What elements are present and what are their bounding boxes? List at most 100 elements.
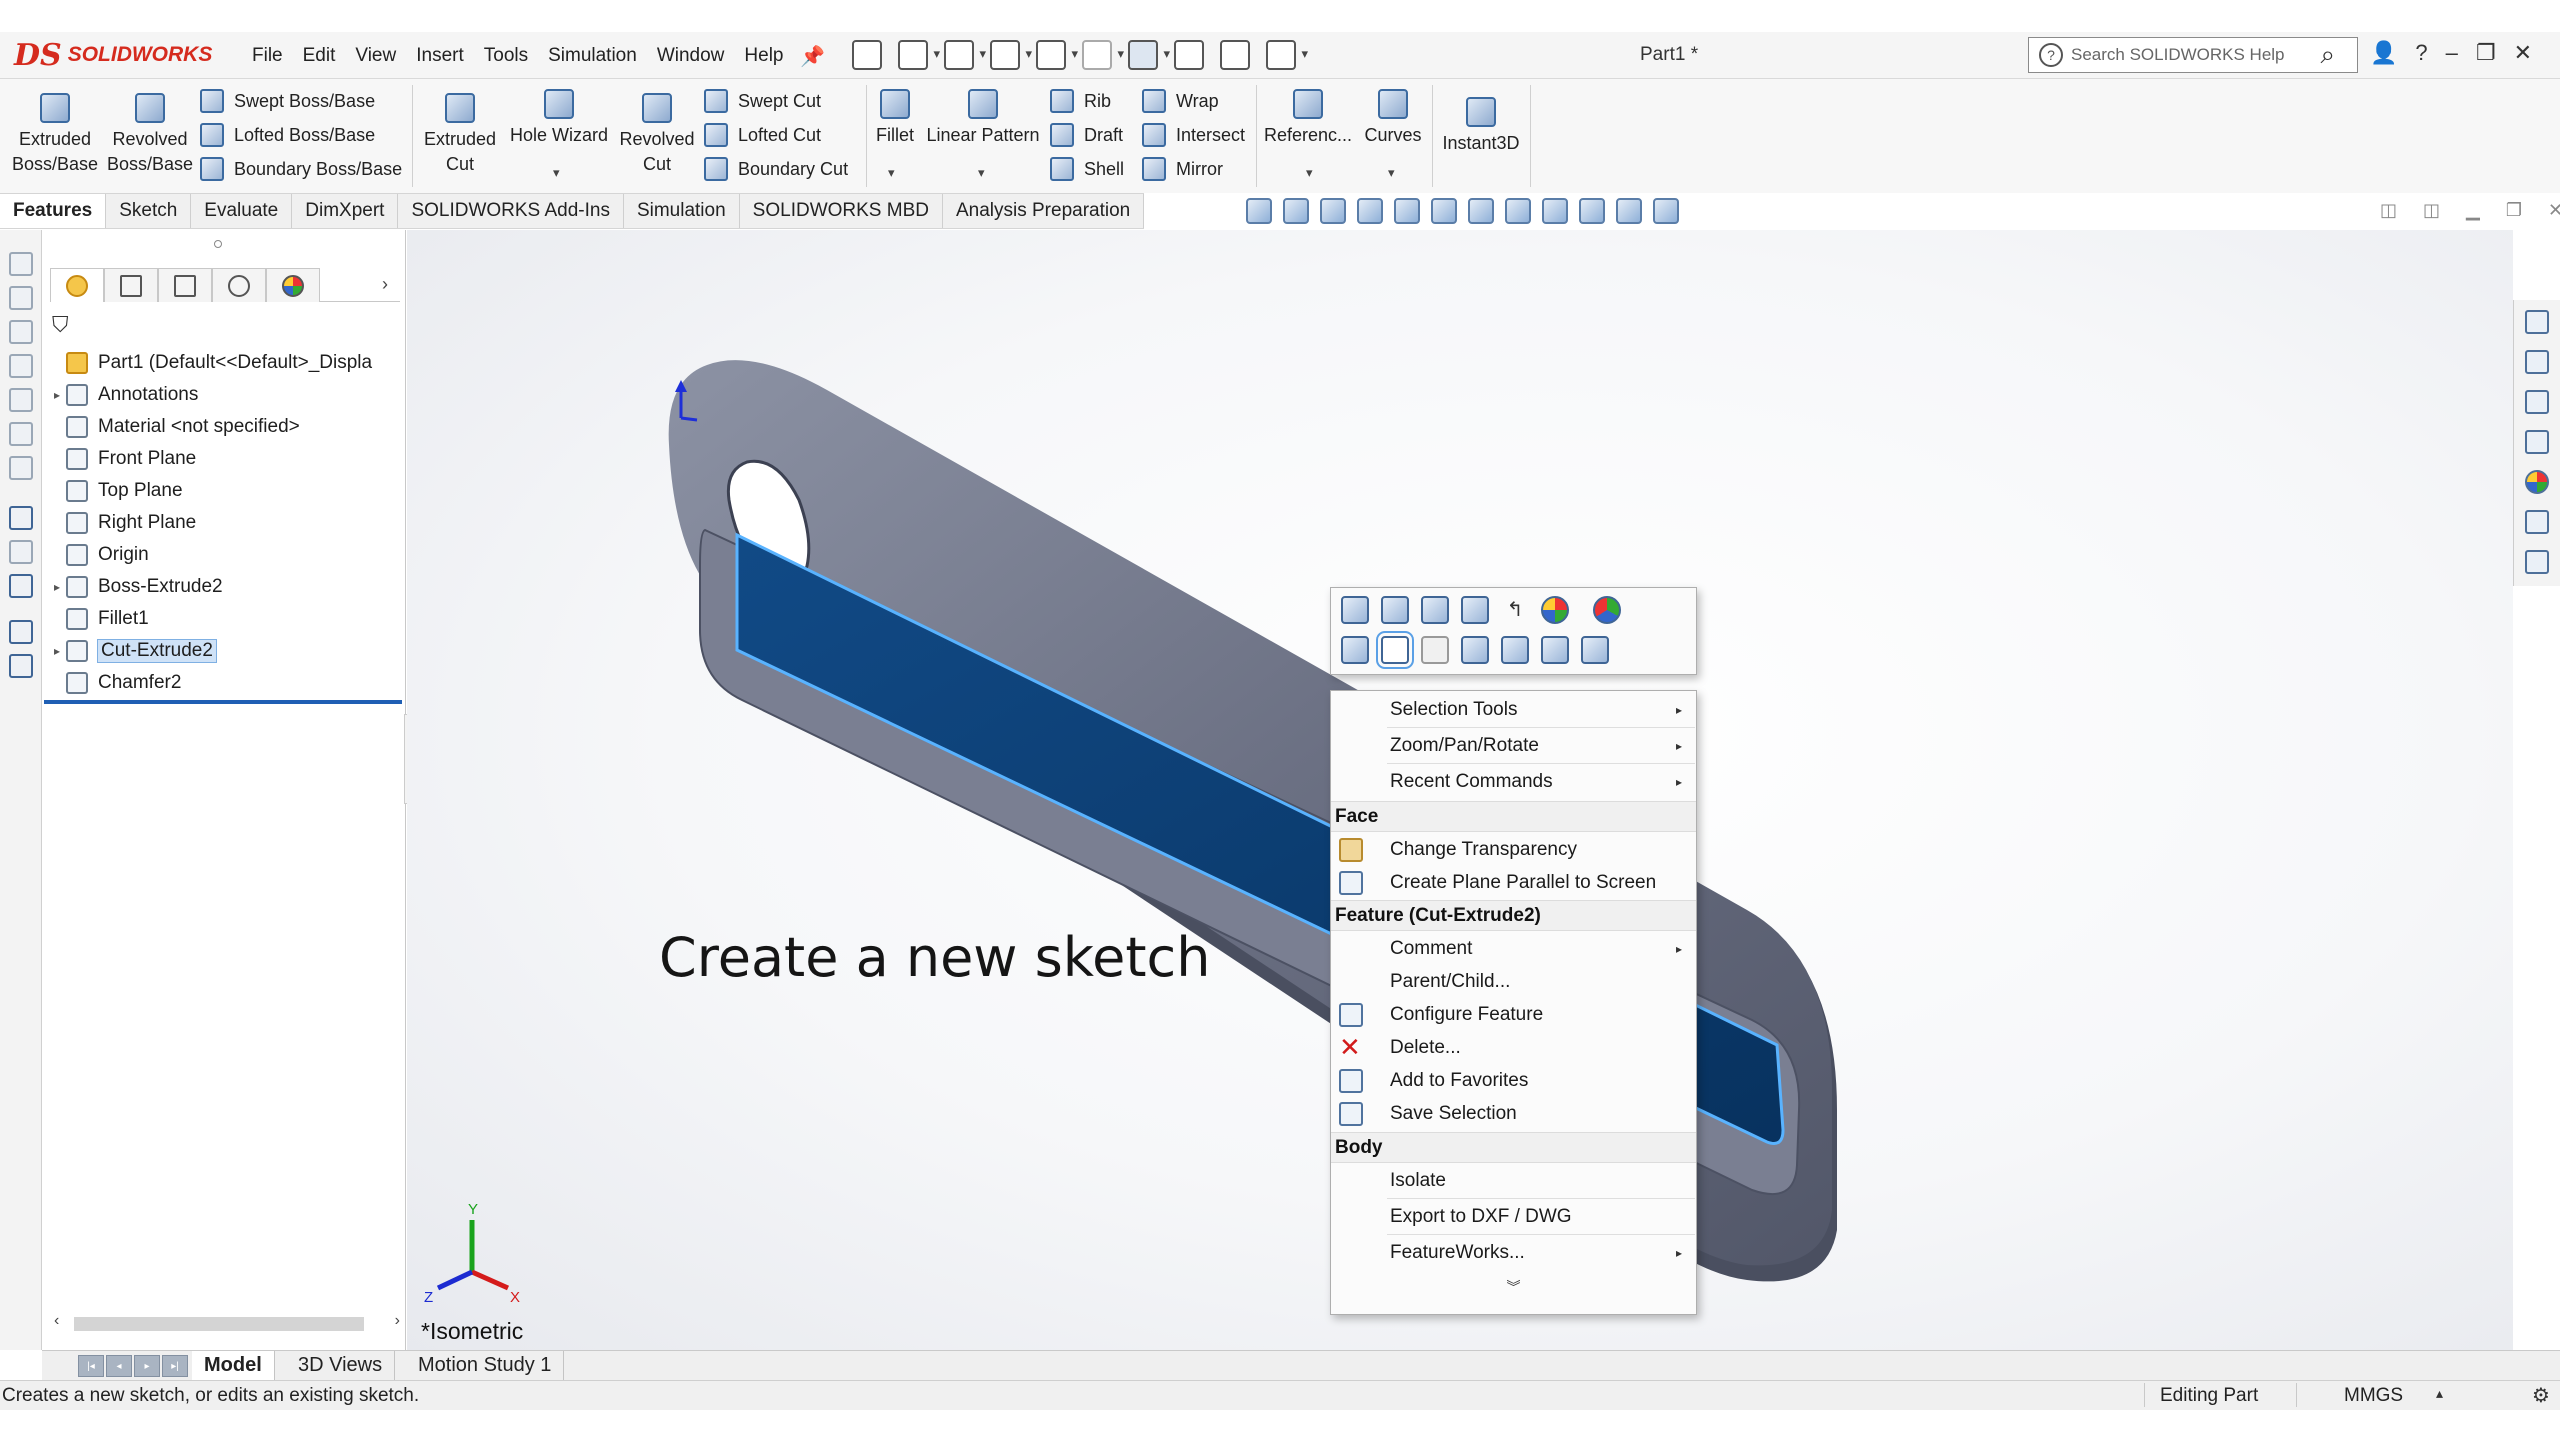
zoom-to-fit-icon[interactable]	[1246, 198, 1272, 224]
strip-tool-icon[interactable]	[9, 654, 33, 678]
menu-item-create-plane-parallel[interactable]: Create Plane Parallel to Screen	[1331, 866, 1696, 899]
strip-tool-icon[interactable]	[9, 456, 33, 480]
horizontal-scrollbar[interactable]: ‹ ›	[50, 1312, 404, 1336]
tree-node-front-plane[interactable]: Front Plane	[48, 444, 196, 474]
apply-scene-icon[interactable]	[1579, 198, 1605, 224]
instant3d-button[interactable]: Instant3D	[1436, 79, 1526, 156]
tree-node-material[interactable]: Material <not specified>	[48, 412, 300, 442]
shell-button[interactable]: Shell	[1050, 153, 1124, 185]
panel-collapse-dot[interactable]	[214, 240, 222, 248]
tab-solidworks-add-ins[interactable]: SOLIDWORKS Add-Ins	[398, 194, 624, 228]
tree-node-chamfer2[interactable]: Chamfer2	[48, 668, 181, 698]
open-folder-icon[interactable]	[944, 40, 986, 70]
options-gear-icon[interactable]	[1266, 40, 1308, 70]
close-button[interactable]: ✕	[2514, 40, 2532, 66]
appearances-scenes-icon[interactable]	[2525, 470, 2549, 494]
mirror-button[interactable]: Mirror	[1142, 153, 1223, 185]
tab-property-manager[interactable]	[104, 268, 158, 302]
design-library-icon[interactable]	[2525, 350, 2549, 374]
tab-configuration-manager[interactable]	[158, 268, 212, 302]
strip-tool-icon[interactable]	[9, 388, 33, 412]
expand-arrow-icon[interactable]: ▸	[48, 388, 66, 402]
strip-tool-icon[interactable]	[9, 506, 33, 530]
menu-item-change-transparency[interactable]: Change Transparency	[1331, 833, 1696, 866]
tab-display-manager[interactable]	[266, 268, 320, 302]
expand-menu-chevron-icon[interactable]: ︾	[1331, 1277, 1696, 1297]
view-settings-icon[interactable]	[1616, 198, 1642, 224]
menu-item-delete[interactable]: ✕ Delete...	[1331, 1031, 1696, 1064]
linear-pattern-button[interactable]: Linear Pattern	[924, 79, 1042, 148]
last-tab-icon[interactable]: ▸|	[162, 1355, 188, 1377]
fillet-button[interactable]: Fillet	[870, 79, 920, 148]
menu-file[interactable]: File	[242, 45, 293, 67]
menu-simulation[interactable]: Simulation	[538, 45, 647, 67]
chevron-right-icon[interactable]: ›	[382, 274, 388, 295]
tab-dimxpert[interactable]: DimXpert	[292, 194, 399, 228]
undo-icon[interactable]	[1082, 40, 1124, 70]
rollback-bar[interactable]	[44, 700, 402, 704]
search-icon[interactable]: ⌕	[2320, 39, 2335, 71]
menu-item-recent-commands[interactable]: Recent Commands ▸	[1331, 765, 1696, 798]
revolved-boss-button[interactable]: Revolved Boss/Base	[104, 79, 196, 177]
next-tab-icon[interactable]: ▸	[134, 1355, 160, 1377]
menu-item-save-selection[interactable]: Save Selection	[1331, 1097, 1696, 1130]
strip-tool-icon[interactable]	[9, 540, 33, 564]
viewport-tile-right-icon[interactable]: ◫	[2423, 200, 2440, 221]
viewport-tile-left-icon[interactable]: ◫	[2380, 200, 2397, 221]
curves-dropdown-icon[interactable]: ▾	[1388, 165, 1395, 181]
linear-pattern-dropdown-icon[interactable]: ▾	[978, 165, 985, 181]
menu-view[interactable]: View	[345, 45, 406, 67]
file-properties-icon[interactable]	[1220, 40, 1250, 70]
menu-item-selection-tools[interactable]: Selection Tools ▸	[1331, 693, 1696, 726]
file-explorer-icon[interactable]	[2525, 390, 2549, 414]
unit-system-arrow-icon[interactable]: ▴	[2436, 1385, 2443, 1402]
tree-node-boss-extrude2[interactable]: ▸ Boss-Extrude2	[48, 572, 223, 602]
menu-help[interactable]: Help	[734, 45, 793, 67]
menu-item-zoom-pan-rotate[interactable]: Zoom/Pan/Rotate ▸	[1331, 729, 1696, 762]
wrap-button[interactable]: Wrap	[1142, 85, 1219, 117]
extruded-boss-button[interactable]: Extruded Boss/Base	[10, 79, 100, 177]
curves-button[interactable]: Curves	[1358, 79, 1428, 148]
menu-item-export-dxf-dwg[interactable]: Export to DXF / DWG	[1331, 1200, 1696, 1233]
display-style-icon[interactable]	[1468, 198, 1494, 224]
rollback-icon[interactable]	[1461, 596, 1489, 624]
strip-tool-icon[interactable]	[9, 286, 33, 310]
rib-button[interactable]: Rib	[1050, 85, 1111, 117]
zoom-to-selection-icon[interactable]	[1461, 636, 1489, 664]
user-account-icon[interactable]: 👤	[2370, 40, 2397, 66]
tree-node-top-plane[interactable]: Top Plane	[48, 476, 183, 506]
section-view-icon[interactable]	[1357, 198, 1383, 224]
boundary-cut-button[interactable]: Boundary Cut	[704, 153, 848, 185]
tab-evaluate[interactable]: Evaluate	[191, 194, 293, 228]
minimize-button[interactable]: –	[2446, 40, 2458, 66]
display-monitor-icon[interactable]	[1653, 198, 1679, 224]
extruded-cut-button[interactable]: Extruded Cut	[418, 79, 502, 177]
menu-item-featureworks[interactable]: FeatureWorks... ▸	[1331, 1236, 1696, 1269]
fillet-dropdown-icon[interactable]: ▾	[888, 165, 895, 181]
filter-icon[interactable]: ⛉	[52, 312, 69, 338]
normal-to-icon[interactable]	[1341, 636, 1369, 664]
previous-view-icon[interactable]	[1320, 198, 1346, 224]
tab-simulation[interactable]: Simulation	[624, 194, 740, 228]
strip-tool-icon[interactable]	[9, 620, 33, 644]
select-pointer-icon[interactable]	[1128, 40, 1170, 70]
tab-model[interactable]: Model	[192, 1351, 275, 1381]
scroll-left-icon[interactable]: ‹	[54, 1312, 59, 1330]
hide-show-items-icon[interactable]	[1505, 198, 1531, 224]
scroll-right-icon[interactable]: ›	[395, 1312, 400, 1330]
menu-tools[interactable]: Tools	[474, 45, 538, 67]
solidworks-logo[interactable]: DS SOLIDWORKS	[14, 37, 212, 73]
suppress-icon[interactable]	[1421, 596, 1449, 624]
tab-feature-tree[interactable]	[50, 268, 104, 302]
pin-icon[interactable]: 📌	[800, 44, 825, 69]
tab-solidworks-mbd[interactable]: SOLIDWORKS MBD	[740, 194, 943, 228]
strip-tool-icon[interactable]	[9, 574, 33, 598]
rebuild-traffic-light-icon[interactable]	[1174, 40, 1204, 70]
swept-cut-button[interactable]: Swept Cut	[704, 85, 821, 117]
dynamic-annotation-icon[interactable]	[1394, 198, 1420, 224]
tree-node-fillet1[interactable]: Fillet1	[48, 604, 149, 634]
undo-arrow-icon[interactable]: ↰	[1501, 596, 1529, 624]
hole-wizard-dropdown-icon[interactable]: ▾	[553, 165, 560, 181]
menu-item-parent-child[interactable]: Parent/Child...	[1331, 965, 1696, 998]
home-icon[interactable]	[852, 40, 882, 70]
